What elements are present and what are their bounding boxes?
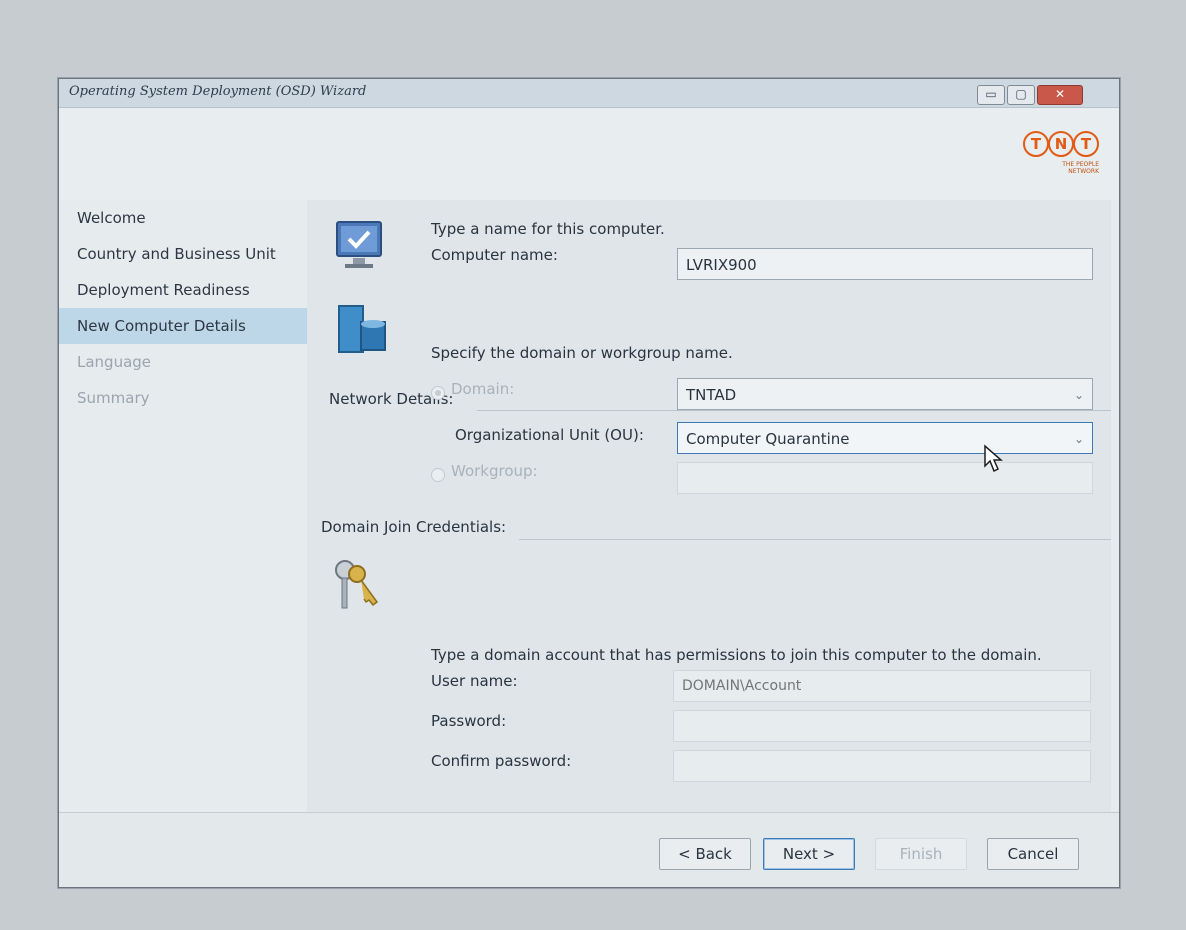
finish-button: Finish bbox=[875, 838, 967, 870]
wizard-steps-nav: Welcome Country and Business Unit Deploy… bbox=[59, 200, 307, 812]
keys-icon bbox=[335, 560, 379, 609]
wizard-footer: < Back Next > Finish Cancel bbox=[59, 812, 1119, 887]
maximize-button[interactable]: ▢ bbox=[1007, 85, 1035, 105]
chevron-down-icon: ⌄ bbox=[1073, 432, 1084, 446]
tnt-logo: T N T THE PEOPLE NETWORK bbox=[1023, 131, 1099, 197]
next-button[interactable]: Next > bbox=[763, 838, 855, 870]
confirm-password-input[interactable] bbox=[673, 750, 1091, 782]
computer-name-label: Computer name: bbox=[431, 246, 558, 264]
ou-label: Organizational Unit (OU): bbox=[455, 426, 644, 444]
nav-item-language: Language bbox=[77, 353, 152, 371]
password-label: Password: bbox=[431, 712, 507, 730]
network-details-divider bbox=[477, 410, 1111, 411]
logo-letter-n: N bbox=[1048, 131, 1074, 157]
username-label: User name: bbox=[431, 672, 518, 690]
workgroup-radio[interactable] bbox=[431, 468, 445, 482]
logo-letter-t2: T bbox=[1073, 131, 1099, 157]
minimize-button[interactable]: ▭ bbox=[977, 85, 1005, 105]
back-button[interactable]: < Back bbox=[659, 838, 751, 870]
credentials-prompt: Type a domain account that has permissio… bbox=[431, 646, 1042, 664]
computer-name-prompt: Type a name for this computer. bbox=[431, 220, 665, 238]
computer-name-input[interactable]: LVRIX900 bbox=[677, 248, 1093, 280]
nav-item-welcome[interactable]: Welcome bbox=[59, 200, 307, 236]
credentials-divider bbox=[519, 539, 1111, 540]
header-band bbox=[59, 108, 1119, 200]
logo-letter-t: T bbox=[1023, 131, 1049, 157]
osd-wizard-window: Operating System Deployment (OSD) Wizard… bbox=[58, 78, 1120, 888]
window-title: Operating System Deployment (OSD) Wizard bbox=[69, 84, 367, 99]
nav-item-country-business-unit[interactable]: Country and Business Unit bbox=[59, 236, 307, 272]
title-bar[interactable]: Operating System Deployment (OSD) Wizard… bbox=[59, 79, 1119, 108]
ou-select-value: Computer Quarantine bbox=[686, 430, 850, 448]
nav-item-new-computer-details[interactable]: New Computer Details bbox=[59, 308, 307, 344]
workgroup-input[interactable] bbox=[677, 462, 1093, 494]
ou-select[interactable]: Computer Quarantine ⌄ bbox=[677, 422, 1093, 454]
logo-tagline-line2: NETWORK bbox=[1068, 168, 1099, 175]
nav-item-summary: Summary bbox=[77, 389, 150, 407]
content-panel: Type a name for this computer. Computer … bbox=[307, 200, 1111, 812]
logo-tagline-line1: THE PEOPLE bbox=[1062, 161, 1099, 168]
username-input[interactable] bbox=[673, 670, 1091, 702]
cancel-button[interactable]: Cancel bbox=[987, 838, 1079, 870]
monitor-check-icon bbox=[336, 221, 382, 268]
domain-select[interactable]: TNTAD ⌄ bbox=[677, 378, 1093, 410]
logo-tagline: THE PEOPLE NETWORK bbox=[1023, 161, 1099, 175]
chevron-down-icon: ⌄ bbox=[1073, 388, 1084, 402]
nav-item-deployment-readiness[interactable]: Deployment Readiness bbox=[59, 272, 307, 308]
domain-join-credentials-heading: Domain Join Credentials: bbox=[321, 518, 507, 536]
mouse-pointer-icon bbox=[984, 444, 1003, 473]
close-button[interactable]: ✕ bbox=[1037, 85, 1083, 105]
domain-select-value: TNTAD bbox=[686, 386, 737, 404]
domain-radio[interactable] bbox=[431, 386, 445, 400]
workgroup-label: Workgroup: bbox=[451, 462, 538, 480]
network-prompt: Specify the domain or workgroup name. bbox=[431, 344, 733, 362]
password-input[interactable] bbox=[673, 710, 1091, 742]
domain-label: Domain: bbox=[451, 380, 515, 398]
confirm-password-label: Confirm password: bbox=[431, 752, 572, 770]
network-server-icon bbox=[338, 305, 386, 353]
